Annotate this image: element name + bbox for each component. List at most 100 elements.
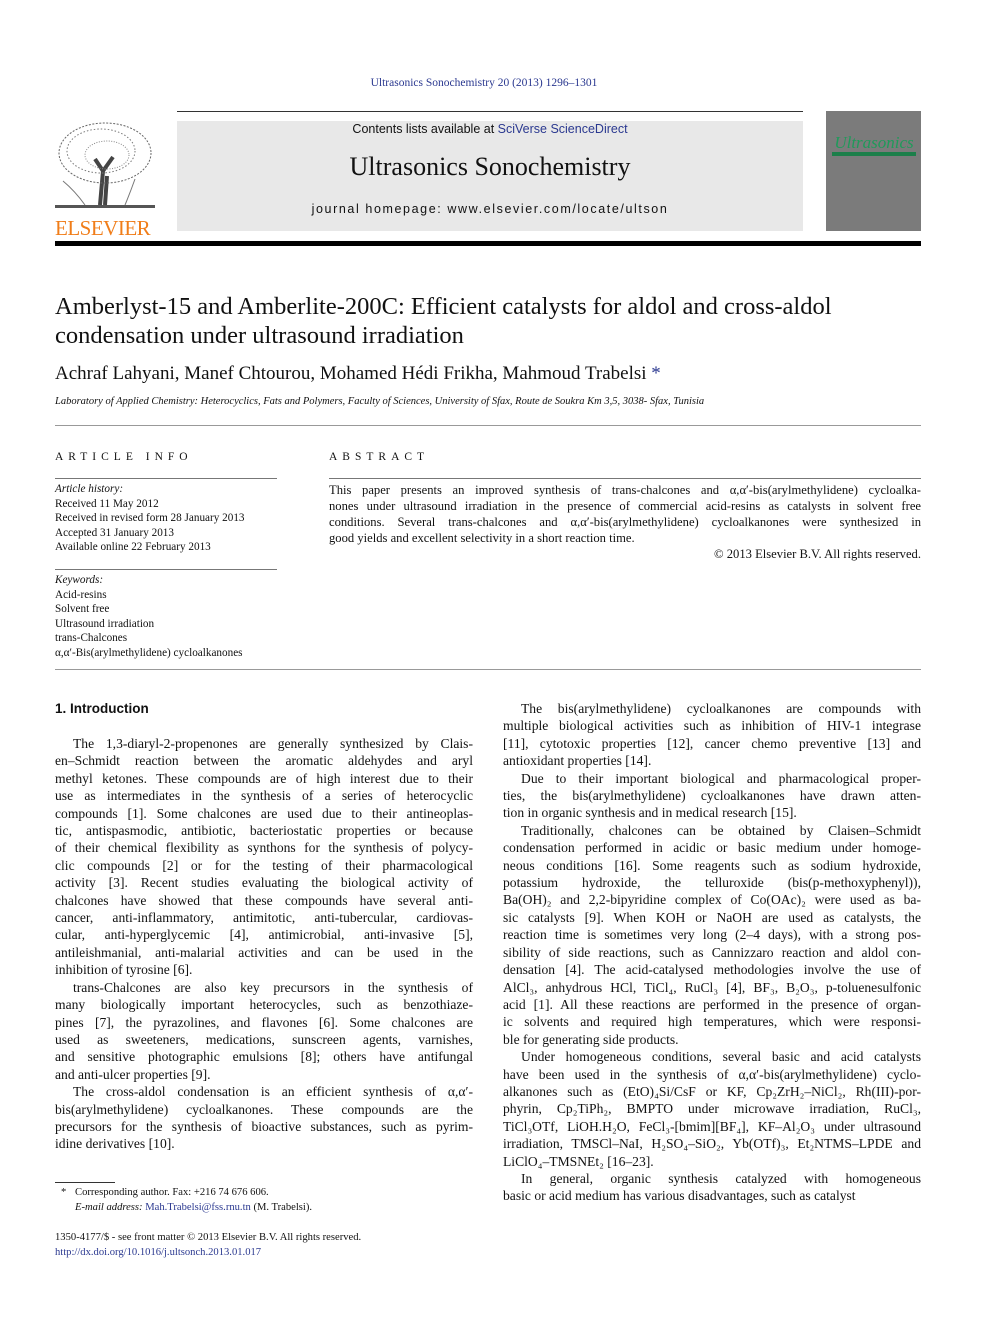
text-line: multiple biological activities such as i… [503,718,921,734]
text-line: ic solvents and required high temperatur… [503,1014,921,1030]
text-line: methyl ketones. These compounds are of h… [55,770,473,786]
text-line: The cross-aldol condensation is an effic… [73,1084,473,1100]
text-line: Due to their important biological and ph… [521,770,921,786]
text-line: and sensitive photographic emulsions [8]… [55,1049,473,1065]
page-footer: 1350-4177/$ - see front matter © 2013 El… [55,1231,361,1260]
history-item: Received 11 May 2012 [55,497,159,510]
text-line: acid [1]. All these reactions are perfor… [503,996,921,1012]
contents-prefix: Contents lists available at [352,122,498,136]
author-list: Achraf Lahyani, Manef Chtourou, Mohamed … [55,363,661,385]
body-column-left: The 1,3-diaryl-2-propenones are generall… [55,735,473,1153]
keyword-item: Acid-resins [55,588,107,601]
cover-band [832,152,916,156]
abstract-line: good yields and excellent selectivity in… [329,531,635,545]
abstract-copyright: © 2013 Elsevier B.V. All rights reserved… [714,547,921,561]
text-line: chalcones have showed that these compoun… [55,892,473,908]
text-line: neous conditions [16]. Some reagents suc… [503,857,921,873]
text-line: AlCl₃, anhydrous HCl, TiCl₄, RuCl₃ [4], … [503,979,921,995]
text-line: sibility of side reactions, such as Cann… [503,944,921,960]
abstract-line: This paper presents an improved synthesi… [329,483,921,497]
text-line: The bis(arylmethylidene) cycloalkanones … [521,701,921,716]
text-line: Ba(OH)₂ and 2,2-bipyridine complex of Co… [503,892,921,908]
header-rule [177,111,803,112]
article-history: Article history: Received 11 May 2012 Rec… [55,482,245,555]
section-heading-introduction: 1. Introduction [55,701,149,716]
text-line: antioxidant properties [14]. [503,753,652,769]
text-line: activity [3]. Recent studies evaluating … [55,875,473,891]
text-line: many biologically important heterocycles… [55,997,473,1013]
divider [55,478,277,479]
footnote-corresponding: Corresponding author. Fax: +216 74 676 6… [75,1187,269,1198]
text-line: en–Schmidt reaction between the aromatic… [55,753,473,769]
text-line: inhibition of tyrosine [6]. [55,962,193,978]
text-line: Under homogeneous conditions, several ba… [521,1049,921,1065]
text-line: In general, organic synthesis catalyzed … [521,1170,921,1186]
text-line: use as intermediates in the synthesis of… [55,788,473,804]
keyword-item: trans-Chalcones [55,632,128,644]
keywords: Keywords: Acid-resins Solvent free Ultraso… [55,573,243,660]
text-line: used as sweeteners, medications, sunscre… [55,1031,473,1047]
cover-title: Ultrasonics [834,133,914,152]
doi-link[interactable]: http://dx.doi.org/10.1016/j.ultsonch.201… [55,1246,361,1261]
journal-title: Ultrasonics Sonochemistry [349,152,631,181]
text-line: tic, antispasmodic, antibiotic, bacterio… [55,823,473,839]
article-title: Amberlyst-15 and Amberlite-200C: Efficie… [55,292,925,350]
divider [55,569,277,570]
divider [329,478,921,479]
text-line: alkanones such as (EtO)₄Si/CsF or KF, Cp… [503,1083,921,1099]
text-line: potassium hydroxide, the telluroxide (bi… [503,875,921,891]
text-line: and anti-ulcer properties [9]. [55,1066,211,1082]
text-line: LiClO₄–TMSNEt₂ [16–23]. [503,1153,654,1169]
abstract-text: This paper presents an improved synthesi… [329,482,921,562]
contents-line: Contents lists available at SciVerse Sci… [177,121,803,136]
text-line: have been used in the synthesis of α,α′-… [503,1066,921,1082]
footnote-rule [55,1182,115,1183]
history-item: Accepted 31 January 2013 [55,526,174,539]
body-column-right: The bis(arylmethylidene) cycloalkanones … [503,700,921,1205]
keyword-list: Acid-resins Solvent free Ultrasound irradi… [55,588,243,661]
email-link[interactable]: Mah.Trabelsi@fss.rnu.tn [145,1202,251,1213]
title-line: condensation under ultrasound irradiatio… [55,322,464,349]
text-line: idine derivatives [10]. [55,1136,175,1152]
email-suffix: (M. Trabelsi). [253,1201,313,1213]
sciencedirect-link[interactable]: SciVerse ScienceDirect [498,122,628,136]
paragraph: The cross-aldol condensation is an effic… [55,1083,473,1153]
elsevier-logo: ELSEVIER [55,121,155,240]
history-item: Available online 22 February 2013 [55,541,211,553]
text-line: [11], cytotoxic properties [12], cancer … [503,735,921,751]
text-line: cular, anti-hyperglycemic [4], antimicro… [55,927,473,943]
abstract-heading: ABSTRACT [329,451,430,463]
issn-line: 1350-4177/$ - see front matter © 2013 El… [55,1232,362,1243]
corresponding-author-mark[interactable]: * [651,363,661,384]
journal-citation-link[interactable]: Ultrasonics Sonochemistry 20 (2013) 1296… [0,77,968,89]
article-info-heading: ARTICLE INFO [55,451,193,463]
title-line: Amberlyst-15 and Amberlite-200C: Efficie… [55,293,832,320]
journal-cover-thumbnail: Ultrasonics [826,111,921,231]
text-line: pines [7], the pyrazolines, and flavones… [55,1014,473,1030]
text-line: irradiation, TMSCl–NaI, H₂SO₄–SiO₂, Yb(O… [503,1136,921,1152]
text-line: of their chemical flexibility as synthon… [55,840,473,856]
email-label: E-mail address: [75,1201,143,1213]
paragraph: trans-Chalcones are also key precursors … [55,979,473,1083]
text-line: condensation performed in acidic or basi… [503,840,921,856]
text-line: compounds [1]. Some chalcones are used d… [55,805,473,821]
footnote-mark: * [61,1187,67,1198]
paragraph: The bis(arylmethylidene) cycloalkanones … [503,700,921,770]
history-item: Received in revised form 28 January 2013 [55,512,245,524]
text-line: ties, the bis(arylmethylidene) cycloalka… [503,788,921,804]
abstract-line: nones under ultrasound irradiation in th… [329,499,921,513]
text-line: reaction time is sometimes very long (2–… [503,927,921,943]
paragraph: Traditionally, chalcones can be obtained… [503,822,921,1048]
paragraph: Due to their important biological and ph… [503,770,921,822]
text-line: tion in organic synthesis and in medical… [503,805,797,821]
divider [55,669,921,670]
text-line: clic compounds [2] or for the testing of… [55,857,473,873]
text-line: sic catalysts [9]. When KOH or NaOH are … [503,909,921,925]
journal-homepage[interactable]: journal homepage: www.elsevier.com/locat… [177,202,803,216]
journal-banner: Contents lists available at SciVerse Sci… [177,121,803,231]
paragraph: The 1,3-diaryl-2-propenones are generall… [55,735,473,979]
text-line: Traditionally, chalcones can be obtained… [521,822,921,838]
elsevier-wordmark: ELSEVIER [55,216,151,240]
text-line: The 1,3-diaryl-2-propenones are generall… [73,736,473,751]
history-label: Article history: [55,483,124,495]
